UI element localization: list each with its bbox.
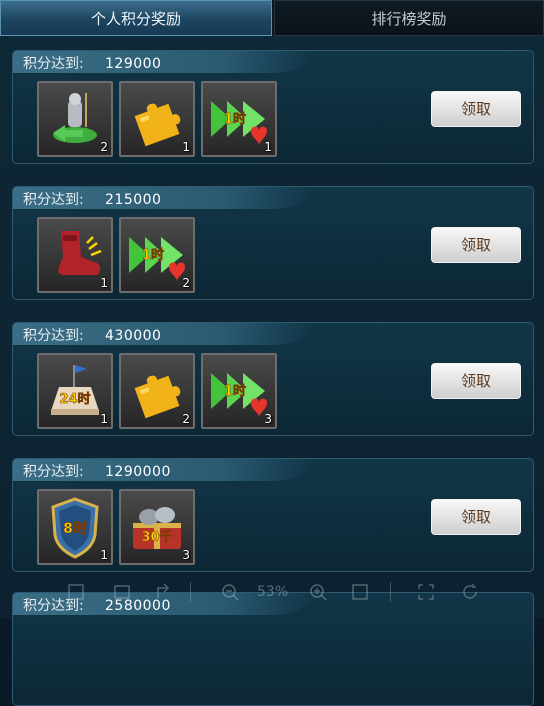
item-label: 1时 [142,247,164,263]
score-label: 积分达到: [23,192,84,208]
reward-item-slot[interactable]: 2 [119,353,195,429]
reward-tier-card: 积分达到: 2580000 [12,592,534,706]
score-label: 积分达到: [23,464,84,480]
reward-item-slot[interactable]: 2 [37,81,113,157]
reward-item-slot[interactable]: 1时 3 [201,353,277,429]
claim-button[interactable]: 领取 [431,91,521,127]
reward-item-slot[interactable]: 8时 1 [37,489,113,565]
item-quantity: 1 [100,548,108,562]
item-quantity: 2 [182,412,190,426]
score-threshold: 1290000 [105,464,171,480]
reward-item-slot[interactable]: 1时 1 [201,81,277,157]
speedup-1h-icon: 1时 [129,237,185,281]
reward-item-slot[interactable]: 30千 3 [119,489,195,565]
score-label: 积分达到: [23,56,84,72]
item-label: 1时 [224,383,246,399]
claim-button[interactable]: 领取 [431,363,521,399]
speed-boot-icon [58,231,102,275]
item-quantity: 1 [100,412,108,426]
reward-tier-card: 积分达到: 129000 2 1 1时 1 领取 [12,50,534,164]
item-quantity: 3 [264,412,272,426]
reward-item-slot[interactable]: 24时 1 [37,353,113,429]
score-threshold: 2580000 [105,598,171,614]
tab-personal-score-rewards[interactable]: 个人积分奖励 [0,0,272,36]
item-label: 8时 [63,520,87,537]
reward-tabs: 个人积分奖励 排行榜奖励 [0,0,544,36]
puzzle-piece-icon [134,375,181,419]
score-label: 积分达到: [23,328,84,344]
reward-item-slot[interactable]: 1时 2 [119,217,195,293]
score-threshold: 430000 [105,328,162,344]
knight-return-icon [53,93,97,143]
speedup-1h-icon: 1时 [211,373,267,417]
shield-8h-icon: 8时 [51,497,99,559]
claim-button[interactable]: 领取 [431,499,521,535]
camp-24h-icon: 24时 [51,365,99,415]
reward-item-slot[interactable]: 1 [37,217,113,293]
score-threshold: 215000 [105,192,162,208]
item-quantity: 3 [182,548,190,562]
reward-list: 积分达到: 129000 2 1 1时 1 领取 积分达到: 215000 1 … [0,36,544,706]
speedup-1h-icon: 1时 [211,101,267,145]
reward-tier-card: 积分达到: 430000 24时 1 2 1时 3 领取 [12,322,534,436]
claim-button[interactable]: 领取 [431,227,521,263]
score-label: 积分达到: [23,598,84,614]
item-quantity: 2 [100,140,108,154]
reward-item-slot[interactable]: 1 [119,81,195,157]
item-label: 30千 [141,529,172,545]
puzzle-piece-icon [134,103,181,147]
item-quantity: 2 [182,276,190,290]
iron-chest-30k-icon: 30千 [133,507,181,549]
item-quantity: 1 [264,140,272,154]
item-label: 24时 [59,391,90,407]
item-quantity: 1 [100,276,108,290]
tab-ranking-rewards[interactable]: 排行榜奖励 [274,0,544,36]
reward-tier-card: 积分达到: 215000 1 1时 2 领取 [12,186,534,300]
score-threshold: 129000 [105,56,162,72]
reward-tier-card: 积分达到: 1290000 8时 1 30千 3 领取 [12,458,534,572]
item-quantity: 1 [182,140,190,154]
item-label: 1时 [224,111,246,127]
